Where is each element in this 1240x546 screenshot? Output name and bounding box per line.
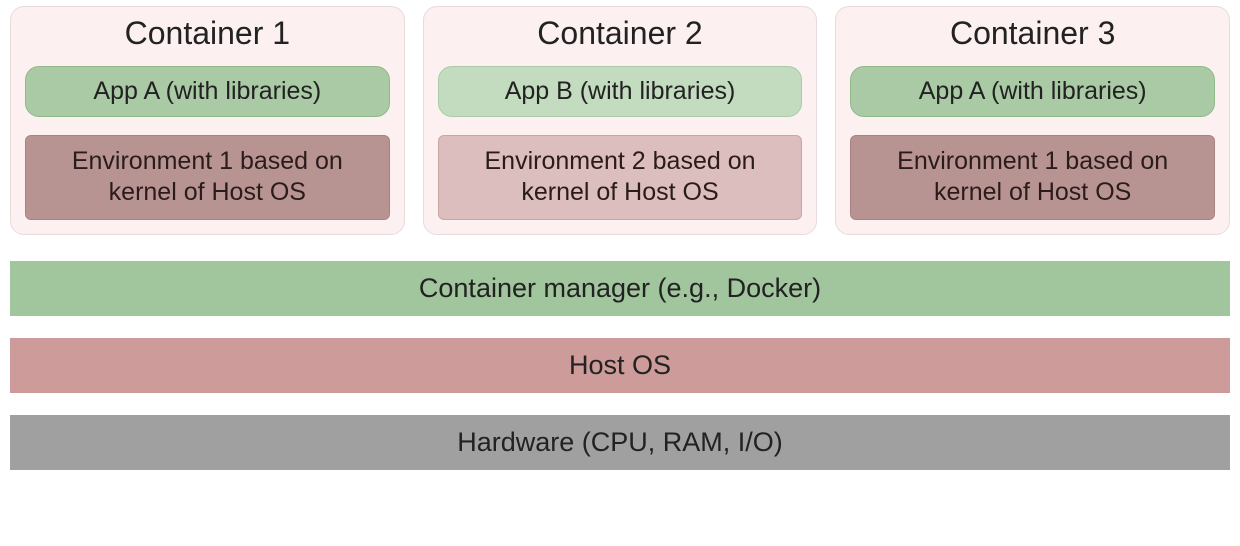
- app-label: App A (with libraries): [25, 66, 390, 117]
- containers-row: Container 1 App A (with libraries) Envir…: [10, 6, 1230, 235]
- container-box-1: Container 1 App A (with libraries) Envir…: [10, 6, 405, 235]
- container-manager-layer: Container manager (e.g., Docker): [10, 261, 1230, 316]
- host-os-layer: Host OS: [10, 338, 1230, 393]
- app-label: App A (with libraries): [850, 66, 1215, 117]
- environment-label: Environment 1 based on kernel of Host OS: [850, 135, 1215, 220]
- container-box-2: Container 2 App B (with libraries) Envir…: [423, 6, 818, 235]
- app-label: App B (with libraries): [438, 66, 803, 117]
- environment-label: Environment 1 based on kernel of Host OS: [25, 135, 390, 220]
- container-title: Container 2: [438, 15, 803, 52]
- container-title: Container 3: [850, 15, 1215, 52]
- hardware-layer: Hardware (CPU, RAM, I/O): [10, 415, 1230, 470]
- container-box-3: Container 3 App A (with libraries) Envir…: [835, 6, 1230, 235]
- container-title: Container 1: [25, 15, 390, 52]
- environment-label: Environment 2 based on kernel of Host OS: [438, 135, 803, 220]
